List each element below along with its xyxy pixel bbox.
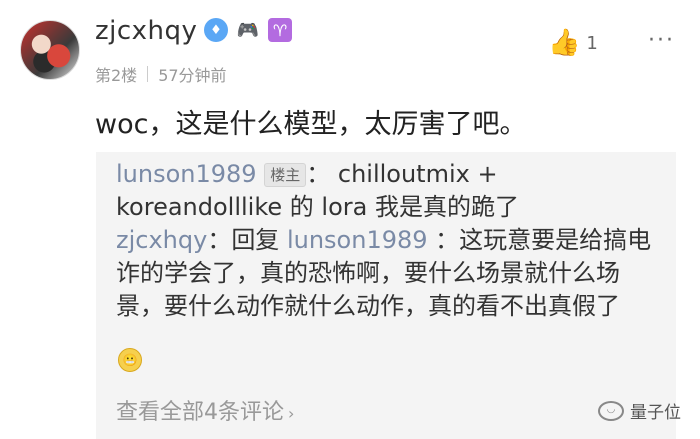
watermark: ◡ 量子位 [598, 398, 681, 423]
reply-word: 回复 [231, 226, 280, 254]
more-options-button[interactable]: ··· [648, 28, 675, 53]
floor-number: 第2楼 [95, 66, 138, 85]
op-tag: 楼主 [264, 163, 307, 187]
comment-username[interactable]: zjcxhqy [95, 16, 197, 46]
emoji-icon: 😬 [118, 348, 142, 372]
reply-text: 诈的学会了，真的恐怖啊，要什么场景就什么场 [116, 259, 620, 287]
reply-colon: ： [306, 160, 331, 188]
comment-time: 57分钟前 [158, 66, 227, 85]
reply-colon: ： [435, 226, 460, 254]
reply-text: chilloutmix + [337, 160, 498, 188]
more-icon: ··· [648, 28, 675, 53]
aries-icon: ♈ [268, 18, 292, 42]
comment-avatar[interactable] [20, 20, 80, 80]
gamepad-icon: 🎮 [236, 19, 260, 41]
comment-meta: 第2楼 57分钟前 [95, 62, 227, 86]
reply-item[interactable]: zjcxhqy：回复 lunson1989 ：这玩意要是给搞电 诈的学会了，真的… [116, 224, 656, 323]
thumbs-up-icon: 👍 [548, 28, 581, 58]
user-badges: ♦ 🎮 ♈ [204, 18, 292, 42]
meta-divider [147, 66, 149, 82]
view-all-comments-link[interactable]: 查看全部4条评论 › [116, 394, 294, 426]
wechat-logo-icon: ◡ [598, 400, 624, 421]
like-button[interactable]: 👍 1 [548, 28, 598, 58]
reply-to-user[interactable]: lunson1989 [287, 226, 428, 254]
comment-body: woc，这是什么模型，太厉害了吧。 [95, 109, 527, 140]
reply-colon: ： [207, 226, 232, 254]
reply-author[interactable]: zjcxhqy [116, 226, 207, 254]
reply-author[interactable]: lunson1989 [116, 160, 257, 188]
diamond-icon: ♦ [204, 18, 228, 42]
chevron-right-icon: › [288, 404, 295, 423]
reply-text: koreandolllike 的 lora 我是真的跪了 [116, 193, 519, 221]
reply-text: 这玩意要是给搞电 [459, 226, 652, 254]
reply-text: 景，要什么动作就什么动作，真的看不出真假了 [116, 292, 620, 320]
like-count: 1 [586, 32, 598, 54]
view-all-label: 查看全部4条评论 [116, 400, 284, 425]
watermark-text: 量子位 [630, 403, 681, 423]
reply-box: lunson1989 楼主： chilloutmix + koreandolll… [96, 152, 676, 439]
reply-item[interactable]: lunson1989 楼主： chilloutmix + koreandolll… [116, 158, 656, 224]
